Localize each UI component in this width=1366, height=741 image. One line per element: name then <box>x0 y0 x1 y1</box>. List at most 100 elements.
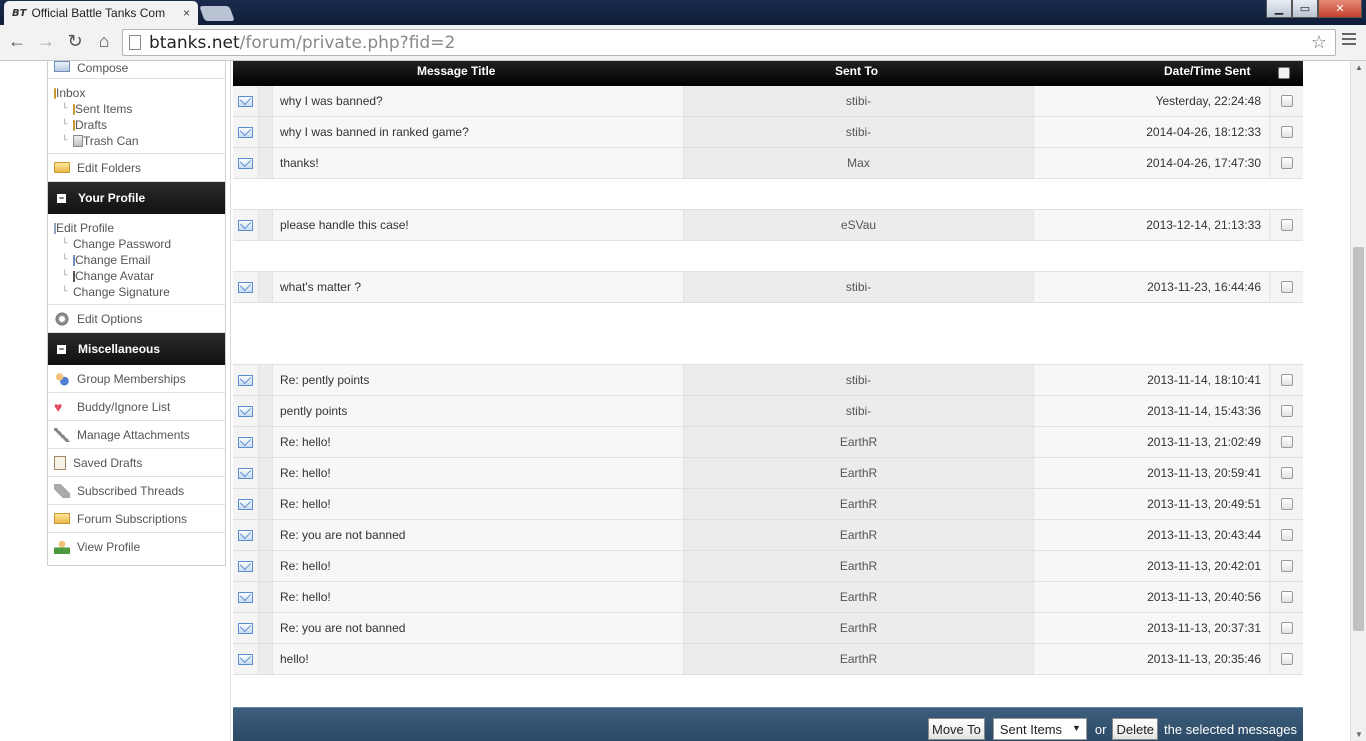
table-row[interactable]: why I was banned? stibi- Yesterday, 22:24:… <box>233 86 1303 117</box>
col-sent-to[interactable]: Sent To <box>835 64 878 78</box>
scroll-up-icon[interactable]: ▲ <box>1355 63 1363 72</box>
message-checkbox[interactable] <box>1280 467 1293 479</box>
message-title-link[interactable]: Re: you are not banned <box>280 621 405 635</box>
recipient-link[interactable]: stibi- <box>846 125 871 139</box>
message-title-link[interactable]: hello! <box>280 652 309 666</box>
recipient-link[interactable]: stibi- <box>846 373 871 387</box>
table-row[interactable]: Re: you are not banned EarthR 2013-11-13, … <box>233 520 1303 551</box>
recipient-link[interactable]: EarthR <box>840 435 877 449</box>
message-checkbox[interactable] <box>1280 498 1293 510</box>
recipient-link[interactable]: EarthR <box>840 652 877 666</box>
sidebar-change-signature[interactable]: └ Change Signature <box>54 284 225 300</box>
message-title-cell[interactable]: what's matter ? <box>273 272 684 302</box>
message-title-cell[interactable]: Re: hello! <box>273 489 684 519</box>
address-bar[interactable]: btanks.net/forum/private.php?fid=2 ☆ <box>122 29 1336 56</box>
message-title-link[interactable]: Re: you are not banned <box>280 528 405 542</box>
sidebar-view-profile[interactable]: View Profile <box>48 533 225 561</box>
table-row[interactable]: pently points stibi- 2013-11-14, 15:43:36 <box>233 396 1303 427</box>
recipient-link[interactable]: EarthR <box>840 559 877 573</box>
sidebar-inbox[interactable]: Inbox <box>54 85 225 101</box>
message-title-link[interactable]: Re: hello! <box>280 559 331 573</box>
table-row[interactable]: Re: pently points stibi- 2013-11-14, 18:10… <box>233 365 1303 396</box>
message-title-link[interactable]: thanks! <box>280 156 319 170</box>
scroll-down-icon[interactable]: ▼ <box>1355 730 1363 739</box>
table-row[interactable]: Re: hello! EarthR 2013-11-13, 20:49:51 <box>233 489 1303 520</box>
message-title-cell[interactable]: thanks! <box>273 148 684 178</box>
table-row[interactable]: Re: hello! EarthR 2013-11-13, 21:02:49 <box>233 427 1303 458</box>
sidebar-edit-profile[interactable]: Edit Profile <box>54 220 225 236</box>
message-title-link[interactable]: please handle this case! <box>280 218 409 232</box>
message-title-cell[interactable]: Re: you are not banned <box>273 520 684 550</box>
message-title-cell[interactable]: why I was banned in ranked game? <box>273 117 684 147</box>
message-checkbox[interactable] <box>1280 374 1293 386</box>
recipient-link[interactable]: EarthR <box>840 466 877 480</box>
message-checkbox[interactable] <box>1280 436 1293 448</box>
message-checkbox[interactable] <box>1280 95 1293 107</box>
message-title-cell[interactable]: pently points <box>273 396 684 426</box>
table-row[interactable]: Re: you are not banned EarthR 2013-11-13, … <box>233 613 1303 644</box>
message-checkbox[interactable] <box>1280 405 1293 417</box>
message-title-link[interactable]: why I was banned? <box>280 94 383 108</box>
sidebar-edit-options[interactable]: Edit Options <box>48 305 225 333</box>
sidebar-profile-header[interactable]: − Your Profile <box>48 182 225 214</box>
sidebar-drafts[interactable]: └ Drafts <box>54 117 225 133</box>
sidebar-group-memberships[interactable]: Group Memberships <box>48 365 225 393</box>
scrollbar-thumb[interactable] <box>1353 247 1364 631</box>
vertical-scrollbar[interactable]: ▲ ▼ <box>1350 61 1366 741</box>
bookmark-star-icon[interactable]: ☆ <box>1311 32 1327 53</box>
select-all-checkbox[interactable] <box>1278 67 1290 79</box>
recipient-link[interactable]: EarthR <box>840 528 877 542</box>
message-checkbox[interactable] <box>1280 529 1293 541</box>
sidebar-change-password[interactable]: └ Change Password <box>54 236 225 252</box>
message-title-link[interactable]: Re: hello! <box>280 466 331 480</box>
sidebar-change-email[interactable]: └ Change Email <box>54 252 225 268</box>
sidebar-compose[interactable]: Compose <box>48 61 225 79</box>
sidebar-misc-header[interactable]: − Miscellaneous <box>48 333 225 365</box>
message-title-link[interactable]: Re: hello! <box>280 590 331 604</box>
message-title-cell[interactable]: please handle this case! <box>273 210 684 240</box>
collapse-icon[interactable]: − <box>57 193 66 203</box>
sidebar-subscribed-threads[interactable]: Subscribed Threads <box>48 477 225 505</box>
browser-tab[interactable]: BT Official Battle Tanks Com × <box>4 1 198 25</box>
message-title-cell[interactable]: Re: you are not banned <box>273 613 684 643</box>
message-title-cell[interactable]: Re: hello! <box>273 582 684 612</box>
table-row[interactable]: Re: hello! EarthR 2013-11-13, 20:40:56 <box>233 582 1303 613</box>
message-title-cell[interactable]: Re: hello! <box>273 458 684 488</box>
recipient-link[interactable]: stibi- <box>846 94 871 108</box>
move-to-button[interactable]: Move To <box>927 718 985 740</box>
message-title-cell[interactable]: why I was banned? <box>273 86 684 116</box>
recipient-link[interactable]: Max <box>847 156 870 170</box>
message-title-link[interactable]: Re: hello! <box>280 497 331 511</box>
message-title-link[interactable]: Re: hello! <box>280 435 331 449</box>
sidebar-trash-can[interactable]: └ Trash Can <box>54 133 225 149</box>
collapse-icon[interactable]: − <box>57 344 66 354</box>
recipient-link[interactable]: EarthR <box>840 590 877 604</box>
sidebar-buddy-list[interactable]: ♥ Buddy/Ignore List <box>48 393 225 421</box>
message-title-link[interactable]: what's matter ? <box>280 280 361 294</box>
message-checkbox[interactable] <box>1280 591 1293 603</box>
message-title-cell[interactable]: Re: hello! <box>273 427 684 457</box>
message-checkbox[interactable] <box>1280 219 1293 231</box>
message-checkbox[interactable] <box>1280 622 1293 634</box>
message-title-cell[interactable]: Re: hello! <box>273 551 684 581</box>
table-row[interactable]: what's matter ? stibi- 2013-11-23, 16:44:4… <box>233 272 1303 303</box>
close-window-icon[interactable]: ✕ <box>1318 0 1362 18</box>
recipient-link[interactable]: EarthR <box>840 497 877 511</box>
message-title-link[interactable]: why I was banned in ranked game? <box>280 125 469 139</box>
sidebar-manage-attachments[interactable]: Manage Attachments <box>48 421 225 449</box>
minimize-icon[interactable]: ▁ <box>1266 0 1292 18</box>
message-checkbox[interactable] <box>1280 157 1293 169</box>
folder-select[interactable]: Sent Items ▼ <box>992 718 1087 740</box>
col-date-sent[interactable]: Date/Time Sent <box>1164 64 1250 78</box>
message-checkbox[interactable] <box>1280 281 1293 293</box>
message-title-cell[interactable]: hello! <box>273 644 684 674</box>
delete-button[interactable]: Delete <box>1112 718 1159 740</box>
table-row[interactable]: hello! EarthR 2013-11-13, 20:35:46 <box>233 644 1303 675</box>
home-icon[interactable]: ⌂ <box>92 31 116 52</box>
table-row[interactable]: Re: hello! EarthR 2013-11-13, 20:42:01 <box>233 551 1303 582</box>
col-message-title[interactable]: Message Title <box>417 64 495 78</box>
recipient-link[interactable]: stibi- <box>846 404 871 418</box>
new-tab-button[interactable] <box>199 6 235 21</box>
message-checkbox[interactable] <box>1280 653 1293 665</box>
sidebar-sent-items[interactable]: └ Sent Items <box>54 101 225 117</box>
